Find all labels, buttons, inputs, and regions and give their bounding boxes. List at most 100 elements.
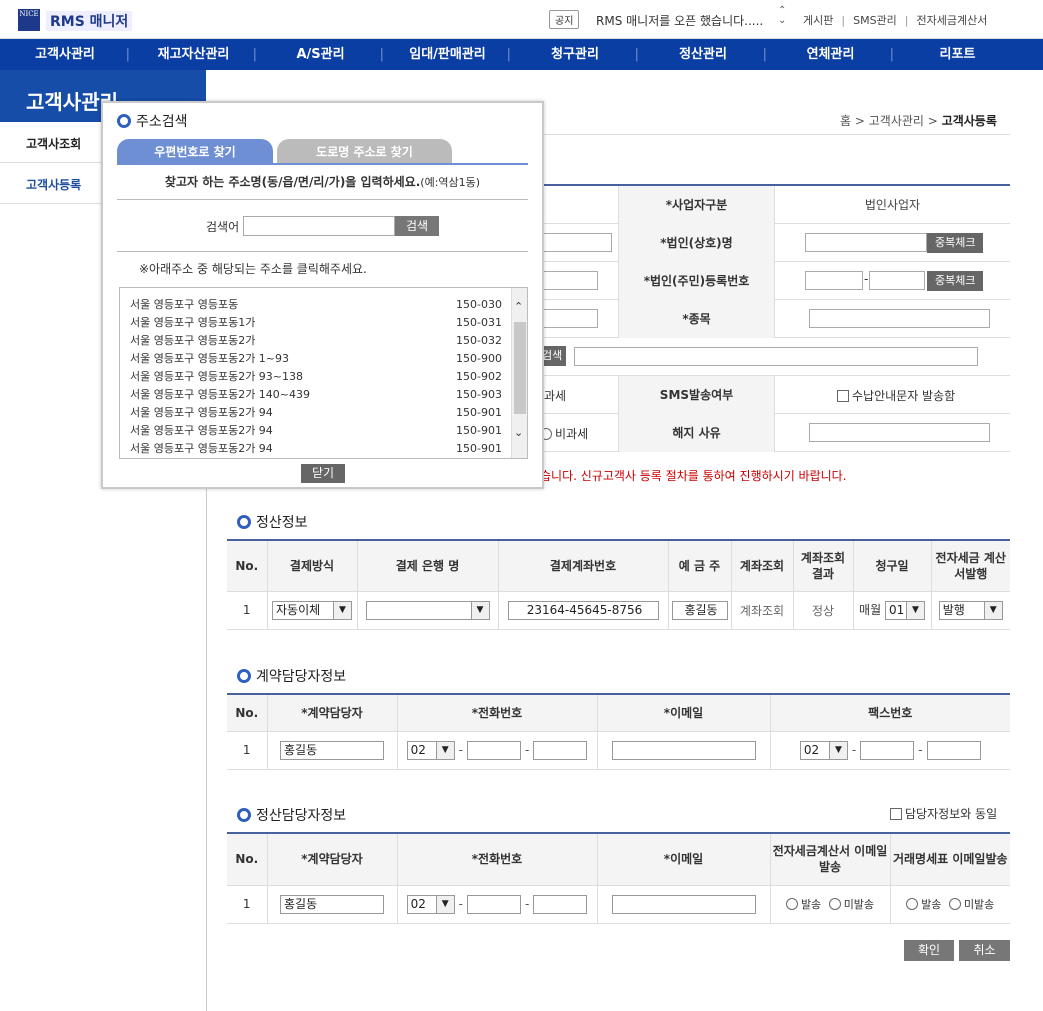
billing-prefix: 매월 [859, 602, 882, 617]
zip-code: 150-030 [456, 298, 502, 311]
bank-select[interactable]: ▼ [365, 600, 490, 620]
send-label: 발송 [921, 898, 942, 911]
settle-name-input[interactable]: 홍길동 [280, 894, 384, 914]
phone-mid-input[interactable] [467, 894, 521, 914]
field-input[interactable] [540, 309, 598, 328]
nav-settlement[interactable]: 정산관리 [639, 39, 767, 70]
invoice-select[interactable]: 발행 ▼ [938, 600, 1003, 620]
settle-manager-title: 정산담당자정보 [256, 808, 347, 824]
col-tax-email: 전자세금계산서 이메일발송 [769, 834, 891, 886]
col-bank: 결제 은행 명 [356, 541, 499, 592]
nav-billing[interactable]: 청구관리 [511, 39, 639, 70]
nice-logo-icon[interactable]: NICE [18, 9, 40, 31]
phone-mid-input[interactable] [467, 740, 521, 760]
contract-name-input[interactable]: 홍길동 [280, 740, 384, 760]
zip-code: 150-900 [456, 352, 502, 365]
tab-road-search[interactable]: 도로명 주소로 찾기 [277, 139, 452, 165]
nav-as[interactable]: A/S관리 [257, 39, 384, 70]
account-input[interactable]: 23164-45645-8756 [507, 600, 659, 620]
nav-inventory[interactable]: 재고자산관리 [130, 39, 257, 70]
check-result: 정상 [792, 590, 854, 630]
scrollbar-thumb[interactable] [514, 322, 526, 414]
corp-name-input[interactable] [805, 233, 927, 252]
reg-no-label: *법인(주민)등록번호 [618, 262, 775, 300]
notice-text[interactable]: RMS 매니저를 오픈 했습니다..... [596, 12, 763, 29]
field-input[interactable] [540, 233, 612, 252]
breadcrumb: 홈 > 고객사관리 > 고객사등록 [840, 112, 997, 129]
col-no: No. [227, 834, 268, 886]
nontax-option[interactable]: 비과세 [540, 425, 588, 442]
col-check: 계좌조회 [730, 541, 794, 592]
tax-invoice-link[interactable]: 전자세금계산서 [917, 14, 988, 27]
address-text: 서울 영등포구 영등포동2가 140~439 [130, 388, 311, 401]
table-row: 1 자동이체 ▼ ▼ 23164-45645-8756 홍길동 계좌조회 정상 매… [227, 590, 1010, 630]
sms-option[interactable]: 수납안내문자 발송함 [837, 387, 955, 404]
board-link[interactable]: 게시판 [803, 14, 833, 27]
same-as-contract-option[interactable]: 담당자정보와 동일 [890, 805, 997, 822]
reg-no-input-1[interactable] [805, 271, 863, 290]
tax-send-radio[interactable] [785, 898, 798, 910]
list-item[interactable]: 서울 영등포구 영등포동2가 150-032 [130, 332, 502, 350]
list-item[interactable]: 서울 영등포구 영등포동 150-030 [130, 296, 502, 314]
col-phone: *전화번호 [396, 695, 598, 732]
email-input[interactable] [611, 740, 756, 760]
chevron-down-icon[interactable]: ⌄ [514, 426, 523, 439]
sms-link[interactable]: SMS관리 [853, 14, 897, 27]
list-item[interactable]: 서울 영등포구 영등포동2가 94 150-901 [130, 404, 502, 422]
reg-no-input-2[interactable] [869, 271, 925, 290]
settle-manager-table: No. *계약담당자 *전화번호 *이메일 전자세금계산서 이메일발송 거래명세… [227, 832, 1010, 924]
item-input[interactable] [809, 309, 990, 328]
confirm-button[interactable]: 확인 [904, 940, 954, 961]
breadcrumb-section[interactable]: 고객사관리 [869, 114, 924, 128]
fax-mid-input[interactable] [860, 740, 915, 760]
phone-prefix-select[interactable]: 02 ▼ [406, 894, 455, 914]
dup-check-button[interactable]: 중복체크 [927, 233, 984, 253]
holder-input[interactable]: 홍길동 [671, 600, 728, 620]
list-item[interactable]: 서울 영등포구 영등포동2가 1~93 150-900 [130, 350, 502, 368]
list-item[interactable]: 서울 영등포구 영등포동1가 150-031 [130, 314, 502, 332]
list-item[interactable]: 서울 영등포구 영등포동2가 94 150-901 [130, 440, 502, 458]
account-check-link[interactable]: 계좌조회 [730, 590, 794, 630]
termination-input[interactable] [809, 423, 990, 442]
tab-zip-search[interactable]: 우편번호로 찾기 [117, 139, 273, 165]
phone-prefix-value: 02 [410, 742, 426, 757]
phone-last-input[interactable] [533, 740, 588, 760]
address-detail-input[interactable] [574, 347, 978, 366]
list-item[interactable]: 서울 영등포구 영등포동2가 140~439 150-903 [130, 386, 502, 404]
payment-method-select[interactable]: 자동이체 ▼ [272, 600, 352, 620]
list-item[interactable]: 서울 영등포구 영등포동2가 93~138 150-902 [130, 368, 502, 386]
close-button[interactable]: 닫기 [301, 464, 345, 483]
app-title[interactable]: RMS 매니저 [46, 11, 133, 31]
fax-prefix-select[interactable]: 02 ▼ [799, 740, 848, 760]
tax-nosend-radio[interactable] [828, 898, 841, 910]
nav-report[interactable]: 리포트 [894, 39, 1021, 70]
phone-last-input[interactable] [533, 894, 588, 914]
list-item[interactable]: 서울 영등포구 영등포동2가 94 150-901 [130, 422, 502, 440]
breadcrumb-home[interactable]: 홈 [840, 114, 851, 128]
search-button[interactable]: 검색 [395, 216, 439, 236]
corp-name-label: *법인(상호)명 [618, 224, 775, 262]
statement-nosend-radio[interactable] [948, 898, 961, 910]
sms-checkbox[interactable] [837, 390, 849, 402]
email-input[interactable] [611, 894, 756, 914]
form-row: 검색 [540, 338, 1010, 376]
tab-underline [117, 163, 528, 165]
nav-customer[interactable]: 고객사관리 [0, 39, 130, 70]
chevron-up-icon[interactable]: ⌃ [514, 300, 523, 313]
main-nav: 고객사관리 재고자산관리 A/S관리 임대/판매관리 청구관리 정산관리 연체관… [0, 39, 1043, 70]
field-input[interactable] [540, 271, 598, 290]
billing-day-select[interactable]: 01 ▼ [884, 600, 925, 620]
row-no: 1 [227, 590, 268, 630]
reg-dup-check-button[interactable]: 중복체크 [927, 271, 984, 291]
nav-overdue[interactable]: 연체관리 [767, 39, 894, 70]
statement-send-radio[interactable] [906, 898, 919, 910]
notice-scroll-icon[interactable]: ⌃ ⌄ [778, 6, 786, 26]
search-input[interactable] [243, 216, 395, 236]
fax-last-input[interactable] [926, 740, 981, 760]
col-fax: 팩스번호 [769, 695, 1010, 732]
nav-rental[interactable]: 임대/판매관리 [384, 39, 511, 70]
phone-prefix-select[interactable]: 02 ▼ [406, 740, 455, 760]
cancel-button[interactable]: 취소 [959, 940, 1010, 961]
tax-option[interactable]: 과세 [544, 387, 566, 404]
same-checkbox[interactable] [890, 808, 902, 820]
